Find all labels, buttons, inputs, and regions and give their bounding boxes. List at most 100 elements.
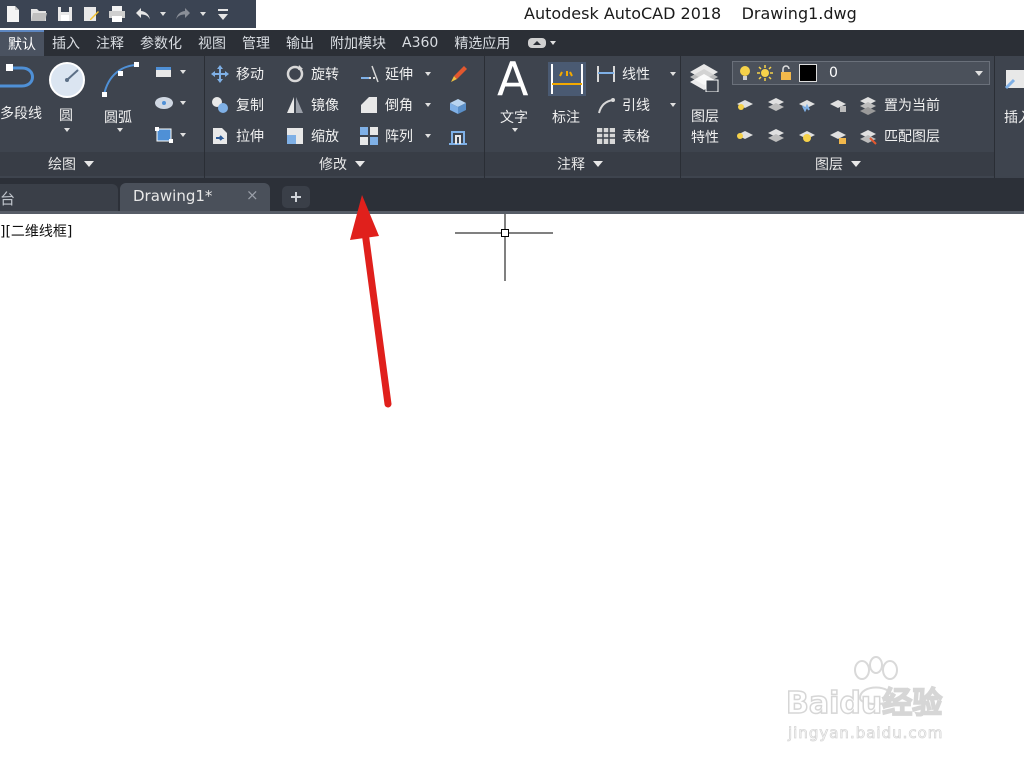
layers-panel-title[interactable]: 图层	[815, 154, 861, 174]
layer-thaw-icon[interactable]	[797, 127, 817, 145]
circle-button[interactable]: 圆	[59, 105, 73, 125]
chevron-down-icon	[84, 161, 94, 167]
scale-icon	[287, 128, 303, 144]
polyline-button[interactable]: 多段线	[0, 103, 42, 123]
scale-button[interactable]: 缩放	[285, 126, 339, 146]
move-button[interactable]: 移动	[210, 64, 264, 84]
explode-icon	[450, 99, 466, 114]
sun-icon	[757, 65, 773, 81]
rotate-button[interactable]: 旋转	[285, 64, 339, 84]
redo-dropdown-icon[interactable]	[196, 1, 210, 27]
ribbon-minimize-toggle[interactable]	[528, 38, 557, 48]
mirror-button[interactable]: 镜像	[285, 95, 339, 115]
new-tab-button[interactable]	[282, 186, 310, 208]
hatch-button[interactable]	[154, 95, 186, 111]
layer-isolate-icon[interactable]	[766, 96, 786, 114]
match-layer-button[interactable]: 匹配图层	[858, 126, 940, 146]
viewport-controls[interactable]: ][二维线框]	[0, 221, 72, 241]
layer-color-swatch	[799, 64, 817, 82]
unlock-icon	[781, 65, 791, 80]
draw-panel-title[interactable]: 绘图	[48, 154, 94, 174]
tab-parametric[interactable]: 参数化	[132, 30, 190, 56]
hatch-icon	[155, 97, 173, 109]
chevron-down-icon	[425, 134, 431, 138]
layer-dropdown[interactable]: 0	[732, 61, 990, 85]
tab-home[interactable]: 默认	[0, 30, 44, 56]
boundary-icon	[155, 127, 173, 143]
insert-button[interactable]: 插入	[1004, 107, 1024, 127]
layer-unlock-icon[interactable]	[828, 127, 848, 145]
offset-button[interactable]	[448, 126, 468, 146]
tab-manage[interactable]: 管理	[234, 30, 278, 56]
offset-icon	[449, 131, 467, 145]
tab-view[interactable]: 视图	[190, 30, 234, 56]
layer-properties-label-2[interactable]: 特性	[691, 127, 719, 147]
explode-button[interactable]	[448, 95, 468, 115]
layer-properties-label-1[interactable]: 图层	[691, 106, 719, 126]
layer-properties-icon	[690, 64, 719, 92]
saveas-icon[interactable]	[78, 1, 104, 27]
tab-insert[interactable]: 插入	[44, 30, 88, 56]
rectangle-icon	[156, 67, 171, 77]
mirror-label: 镜像	[311, 98, 339, 114]
linear-button[interactable]: 线性	[596, 64, 676, 84]
layer-lock-icon[interactable]	[828, 96, 848, 114]
tab-a360[interactable]: A360	[394, 30, 446, 56]
arc-icon	[102, 62, 139, 97]
layer-freeze-icon[interactable]	[797, 96, 817, 114]
dimension-button[interactable]: 标注	[552, 107, 580, 127]
linear-label: 线性	[622, 67, 650, 83]
tab-drawing1[interactable]: Drawing1* ×	[120, 183, 270, 212]
table-button[interactable]: 表格	[596, 126, 650, 146]
extend-button[interactable]: 延伸	[359, 64, 431, 84]
undo-icon[interactable]	[130, 1, 156, 27]
match-layer-label: 匹配图层	[884, 129, 940, 145]
save-icon[interactable]	[52, 1, 78, 27]
tab-output[interactable]: 输出	[278, 30, 322, 56]
layer-on-icon[interactable]	[735, 127, 755, 145]
tab-start[interactable]: 台	[0, 184, 118, 212]
open-icon[interactable]	[26, 1, 52, 27]
close-icon[interactable]: ×	[246, 186, 259, 204]
rectangle-button[interactable]	[154, 64, 186, 80]
print-icon[interactable]	[104, 1, 130, 27]
erase-button[interactable]	[448, 64, 468, 84]
chevron-down-icon	[180, 70, 186, 74]
draw-panel-title-bar	[0, 152, 204, 176]
new-icon[interactable]	[0, 1, 26, 27]
stretch-button[interactable]: 拉伸	[210, 126, 264, 146]
boundary-button[interactable]	[154, 126, 186, 144]
rotate-icon	[286, 65, 304, 83]
rotate-label: 旋转	[311, 67, 339, 83]
annotation-panel-title[interactable]: 注释	[557, 154, 603, 174]
circle-dropdown-icon[interactable]	[64, 128, 70, 132]
modify-panel-title[interactable]: 修改	[319, 154, 365, 174]
layer-unisolate-icon[interactable]	[766, 127, 786, 145]
undo-dropdown-icon[interactable]	[156, 1, 170, 27]
stretch-icon	[213, 128, 227, 144]
linear-dimension-icon	[597, 66, 615, 82]
chamfer-label: 倒角	[385, 98, 413, 114]
chamfer-button[interactable]: 倒角	[359, 95, 431, 115]
tab-annotate[interactable]: 注释	[88, 30, 132, 56]
tab-addins[interactable]: 附加模块	[322, 30, 394, 56]
arc-dropdown-icon[interactable]	[117, 128, 123, 132]
move-icon	[211, 65, 229, 83]
chevron-down-icon	[593, 161, 603, 167]
array-icon	[360, 127, 378, 145]
arc-button[interactable]: 圆弧	[104, 107, 132, 127]
leader-button[interactable]: 引线	[596, 95, 676, 115]
chevron-down-icon	[550, 41, 557, 45]
text-glyph-icon: A	[497, 52, 529, 106]
customize-icon[interactable]	[210, 1, 236, 27]
baidu-watermark: Baidu经验 jingyan.baidu.com	[785, 656, 986, 756]
text-dropdown-icon[interactable]	[512, 128, 518, 132]
set-current-button[interactable]: 置为当前	[858, 95, 940, 115]
redo-icon[interactable]	[170, 1, 196, 27]
text-button[interactable]: 文字	[500, 107, 528, 127]
polyline-icon	[0, 64, 34, 88]
move-label: 移动	[236, 67, 264, 83]
copy-button[interactable]: 复制	[210, 95, 264, 115]
array-button[interactable]: 阵列	[359, 126, 431, 146]
layer-off-icon[interactable]	[735, 96, 755, 114]
